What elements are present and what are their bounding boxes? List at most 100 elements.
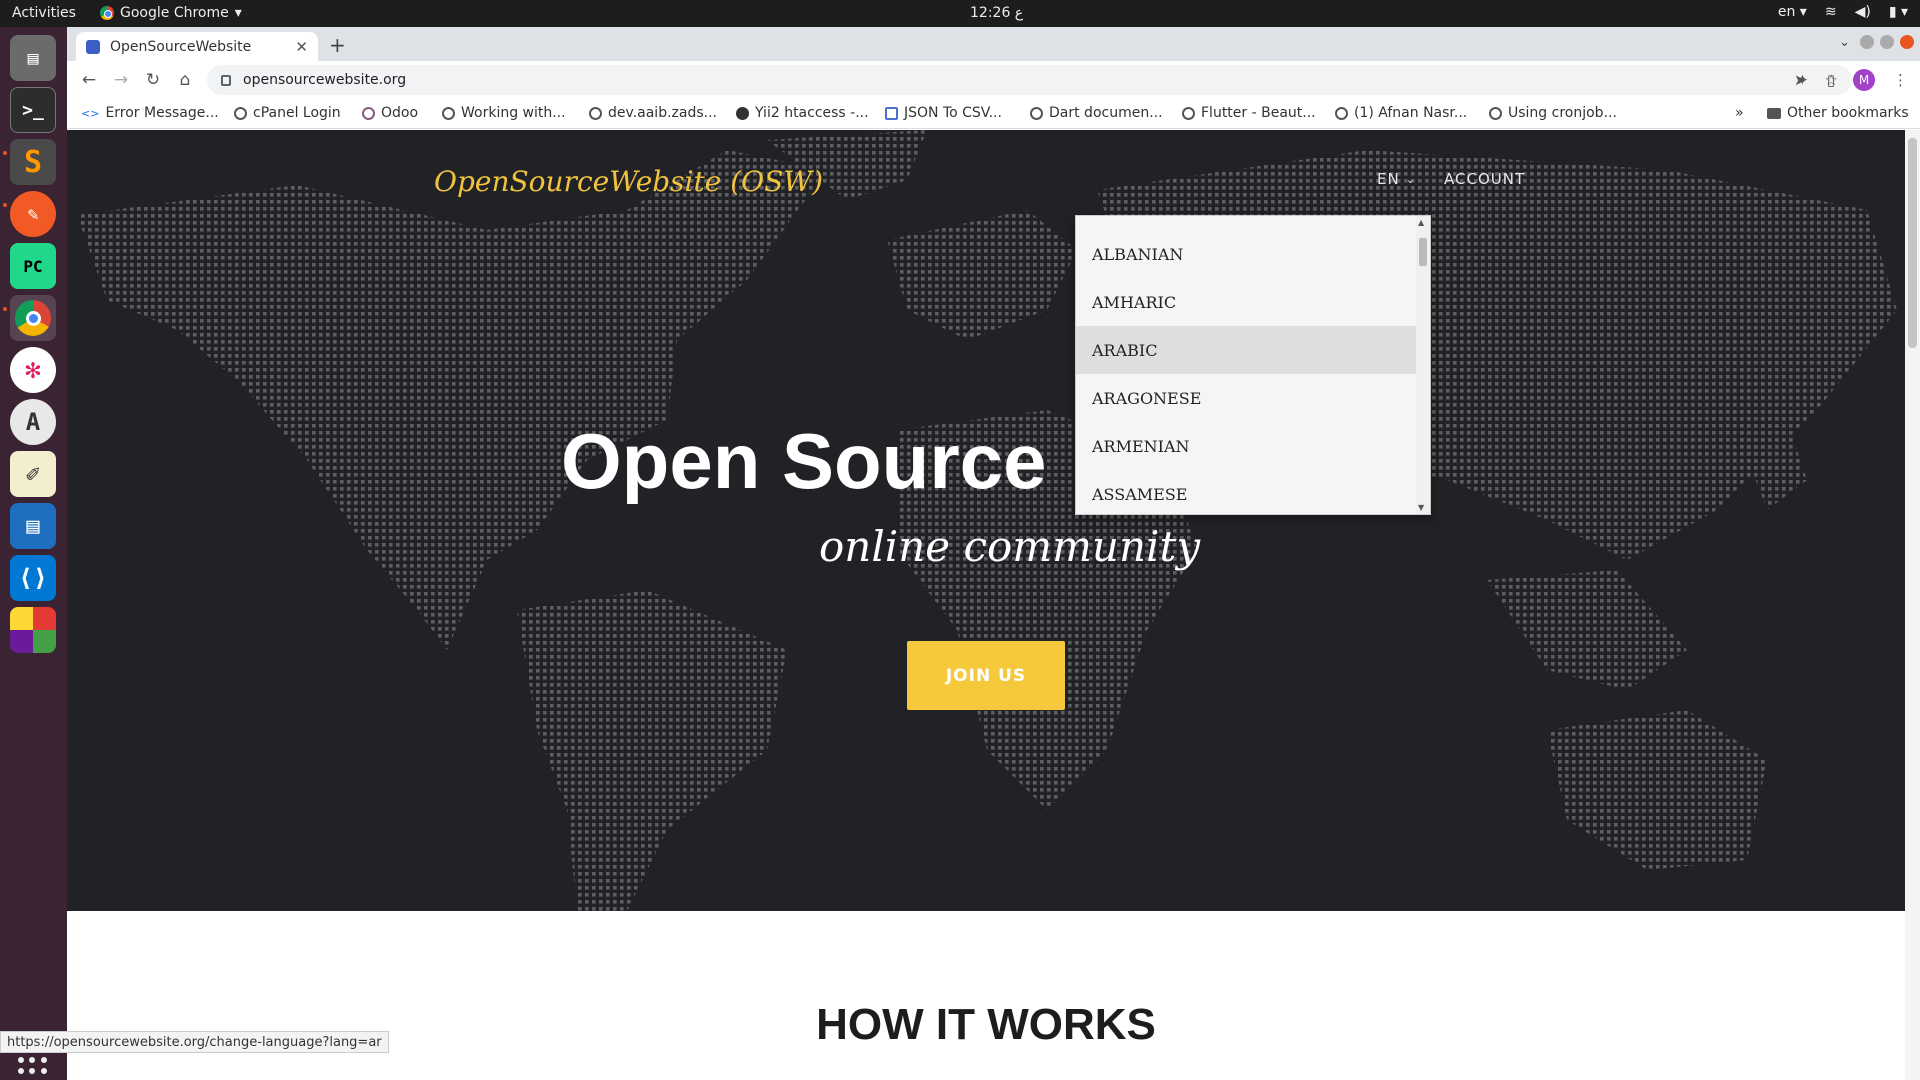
side-panel-icon[interactable]: ▯ — [1827, 71, 1835, 89]
running-indicator — [3, 307, 7, 311]
tab-opensourcewebsite[interactable]: OpenSourceWebsite ✕ — [76, 32, 318, 61]
window-controls — [1860, 35, 1914, 49]
page-viewport: OpenSourceWebsite (OSW) EN ⌄ ACCOUNT Ope… — [67, 130, 1920, 1080]
globe-icon — [1030, 106, 1043, 120]
multi-app-icon[interactable] — [10, 607, 56, 653]
forward-icon[interactable]: → — [105, 70, 137, 90]
close-window-icon[interactable] — [1900, 35, 1914, 49]
language-dropdown-toggle[interactable]: EN ⌄ — [1377, 170, 1416, 188]
language-label: EN — [1377, 170, 1400, 188]
site-logo[interactable]: OpenSourceWebsite (OSW) — [434, 165, 823, 198]
bookmark-item[interactable]: Flutter - Beaut... — [1182, 105, 1316, 121]
language-list: ALBANIAN AMHARIC ARABIC ARAGONESE ARMENI… — [1076, 230, 1416, 518]
back-icon[interactable]: ← — [73, 70, 105, 90]
wifi-icon: ≋ — [1824, 4, 1837, 20]
bookmark-item[interactable]: (1) Afnan Nasr... — [1335, 105, 1467, 121]
chrome-dock-icon[interactable] — [10, 295, 56, 341]
bookmark-item[interactable]: Dart documen... — [1030, 105, 1163, 121]
join-us-button[interactable]: JOIN US — [907, 641, 1065, 710]
globe-icon — [1182, 106, 1195, 120]
tab-search-icon[interactable]: ⌄ — [1839, 35, 1850, 50]
sublime-text-icon[interactable]: S — [10, 139, 56, 185]
globe-icon — [234, 106, 247, 120]
close-tab-icon[interactable]: ✕ — [295, 38, 308, 56]
language-menu: ALBANIAN AMHARIC ARABIC ARAGONESE ARMENI… — [1075, 215, 1431, 515]
libreoffice-writer-icon[interactable]: ▤ — [10, 503, 56, 549]
language-option[interactable]: AMHARIC — [1076, 278, 1416, 326]
site-favicon-icon — [86, 39, 100, 54]
maximize-icon[interactable] — [1880, 35, 1894, 49]
language-option[interactable]: ALBANIAN — [1076, 230, 1416, 278]
app-menu-label: Google Chrome — [120, 5, 229, 21]
minimize-icon[interactable] — [1860, 35, 1874, 49]
scroll-thumb[interactable] — [1419, 238, 1427, 266]
volume-icon: ◀) — [1854, 4, 1871, 20]
chrome-logo-center — [25, 310, 41, 326]
bookmark-item[interactable]: Yii2 htaccess -... — [736, 105, 869, 121]
page-scroll-thumb[interactable] — [1908, 138, 1917, 348]
account-link[interactable]: ACCOUNT — [1444, 170, 1525, 188]
software-updater-icon[interactable]: A — [10, 399, 56, 445]
bookmarks-overflow-button[interactable]: » — [1735, 105, 1744, 121]
language-option[interactable]: ARAGONESE — [1076, 374, 1416, 422]
globe-icon — [589, 106, 602, 120]
pycharm-icon[interactable]: PC — [10, 243, 56, 289]
bookmark-item[interactable]: Using cronjob... — [1489, 105, 1617, 121]
reload-icon[interactable]: ↻ — [137, 70, 169, 90]
running-indicator — [3, 151, 7, 155]
hero-title: Open Source — [561, 417, 1047, 505]
bookmark-item[interactable]: JSON To CSV... — [885, 105, 1002, 121]
system-tray[interactable]: en ▾ ≋ ◀) ▮ ▾ — [1778, 4, 1908, 20]
vscode-icon[interactable]: ⟨⟩ — [10, 555, 56, 601]
page-scrollbar[interactable] — [1905, 130, 1920, 1080]
language-option[interactable]: ASSAMESE — [1076, 470, 1416, 518]
bookmark-item[interactable]: dev.aaib.zads... — [589, 105, 717, 121]
tab-strip: OpenSourceWebsite ✕ + ⌄ — [67, 27, 1920, 61]
other-bookmarks-label: Other bookmarks — [1787, 105, 1909, 121]
bookmark-label: Yii2 htaccess -... — [755, 105, 869, 121]
activities-button[interactable]: Activities — [12, 5, 76, 21]
code-icon: <> — [81, 106, 100, 120]
bookmark-label: (1) Afnan Nasr... — [1354, 105, 1468, 121]
menu-kebab-icon[interactable]: ⋮ — [1893, 71, 1908, 89]
chrome-logo-icon — [15, 300, 51, 336]
scroll-up-icon[interactable]: ▲ — [1418, 218, 1424, 227]
language-option-hovered[interactable]: ARABIC — [1076, 326, 1416, 374]
text-editor-icon[interactable]: ✐ — [10, 451, 56, 497]
hero-section: OpenSourceWebsite (OSW) EN ⌄ ACCOUNT Ope… — [67, 130, 1905, 911]
globe-icon — [442, 106, 455, 120]
extensions-icon[interactable]: ✦ — [1796, 71, 1809, 89]
profile-avatar[interactable]: M — [1853, 69, 1875, 91]
bookmark-item[interactable]: Working with... — [442, 105, 566, 121]
show-applications-icon[interactable] — [18, 1057, 48, 1080]
address-bar[interactable]: opensourcewebsite.org ➤ ☆ — [207, 65, 1852, 95]
running-indicator — [3, 203, 7, 207]
language-option[interactable]: ARMENIAN — [1076, 422, 1416, 470]
other-bookmarks[interactable]: Other bookmarks — [1767, 105, 1909, 121]
bookmark-item[interactable]: <> Error Message... — [81, 105, 219, 121]
clock[interactable]: 12:26 ع — [970, 5, 1023, 21]
new-tab-button[interactable]: + — [329, 33, 346, 57]
home-icon[interactable]: ⌂ — [169, 70, 201, 90]
lock-icon[interactable] — [221, 74, 231, 86]
bookmark-label: JSON To CSV... — [904, 105, 1002, 121]
slack-icon[interactable]: ✻ — [10, 347, 56, 393]
bookmark-label: Using cronjob... — [1508, 105, 1617, 121]
app-menu[interactable]: Google Chrome ▾ — [100, 5, 242, 21]
keyboard-language-label: en — [1777, 4, 1796, 20]
world-map-dots — [77, 130, 1897, 911]
bookmark-label: dev.aaib.zads... — [608, 105, 717, 121]
postman-icon[interactable]: ✎ — [10, 191, 56, 237]
ubuntu-dock: ▤ >_ S ✎ PC ✻ A ✐ ▤ ⟨⟩ — [0, 27, 67, 1080]
language-menu-scrollbar[interactable]: ▲ ▼ — [1416, 216, 1430, 514]
chevron-down-icon: ⌄ — [1405, 172, 1416, 186]
terminal-icon[interactable]: >_ — [10, 87, 56, 133]
caret-down-icon: ▾ — [234, 5, 242, 21]
files-icon[interactable]: ▤ — [10, 35, 56, 81]
bookmark-item[interactable]: cPanel Login — [234, 105, 341, 121]
bookmark-label: Dart documen... — [1049, 105, 1163, 121]
keyboard-language-indicator[interactable]: en ▾ — [1778, 4, 1807, 20]
scroll-down-icon[interactable]: ▼ — [1418, 503, 1424, 512]
bookmark-item[interactable]: Odoo — [362, 105, 418, 121]
bookmark-label: cPanel Login — [253, 105, 341, 121]
